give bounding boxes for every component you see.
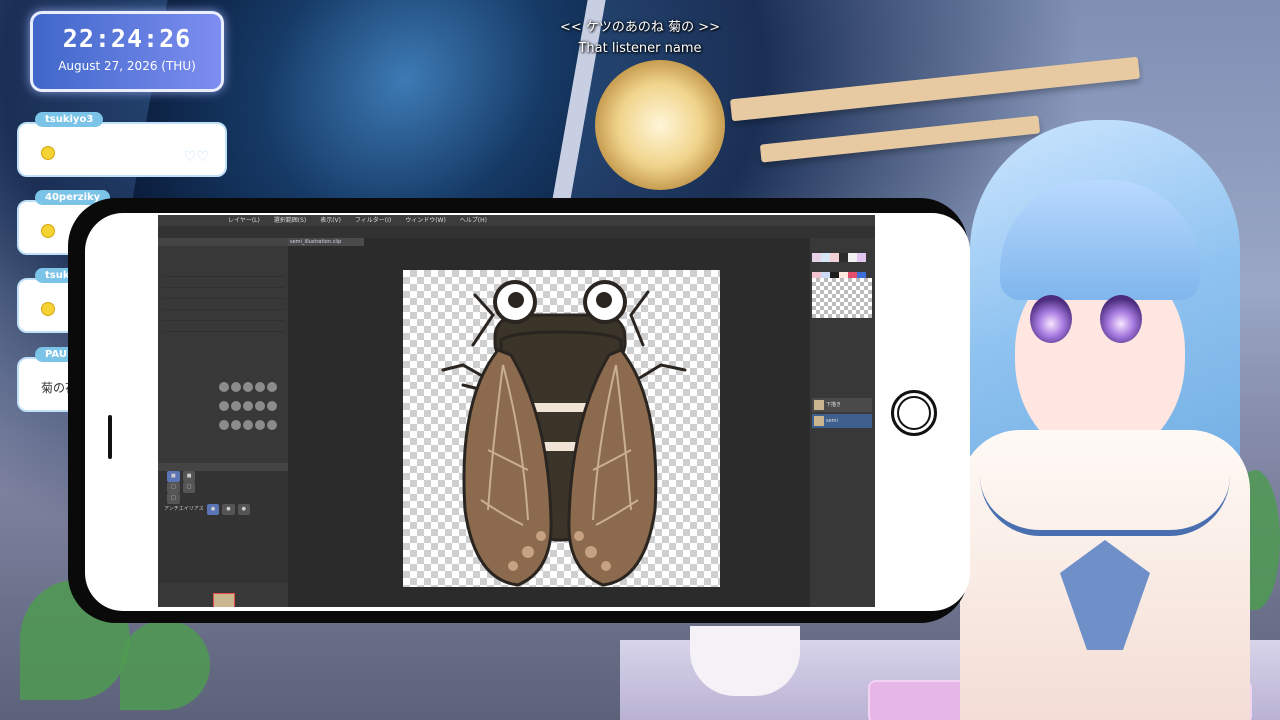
brush-size-option[interactable] xyxy=(255,382,265,392)
sub-tool-item[interactable] xyxy=(162,266,284,277)
antialias-option[interactable]: ● xyxy=(206,504,220,515)
flower-emoji xyxy=(41,146,55,160)
brush-size-option[interactable] xyxy=(243,401,253,411)
caption-line-jp: << ケツのあのね 菊の >> xyxy=(560,20,720,35)
property-row: ■ ■ xyxy=(158,471,288,482)
antialias-label: アンチエイリアス xyxy=(164,506,204,512)
color-palette xyxy=(812,248,872,281)
sub-tool-item[interactable] xyxy=(162,277,284,288)
flower-emoji xyxy=(41,224,55,238)
option-chip[interactable]: □ xyxy=(182,482,196,493)
mode-chip[interactable]: ■ xyxy=(182,471,196,482)
palette-color[interactable] xyxy=(812,253,821,262)
brush-size-option[interactable] xyxy=(267,401,277,411)
sub-tool-item[interactable] xyxy=(162,310,284,321)
avatar-left-eye xyxy=(1030,295,1072,343)
heart-icon: ♡♡ xyxy=(183,149,209,165)
palette-color[interactable] xyxy=(848,253,857,262)
sub-tool-header xyxy=(158,238,288,246)
brush-size-option[interactable] xyxy=(243,382,253,392)
navigator-thumbnail[interactable] xyxy=(213,593,235,607)
phone-side-slot xyxy=(108,415,112,459)
home-button-icon xyxy=(891,390,937,436)
plant-leaf xyxy=(120,620,210,710)
brush-size-option[interactable] xyxy=(243,420,253,430)
property-row: □ xyxy=(158,493,288,504)
layer-thumbnail xyxy=(814,416,824,426)
antialias-row: アンチエイリアス ● ● ● xyxy=(158,504,288,515)
menu-bar: レイヤー(L) 選択範囲(S) 表示(V) フィルター(I) ウィンドウ(W) … xyxy=(158,215,875,226)
drawing-canvas[interactable] xyxy=(403,270,720,587)
chat-bubble: ♡♡ xyxy=(17,122,227,177)
menu-item-help[interactable]: ヘルプ(H) xyxy=(460,217,487,224)
wall-shelf-top xyxy=(729,56,1141,122)
clock-widget: 22:24:26 August 27, 2026 (THU) xyxy=(30,11,224,92)
palette-color[interactable] xyxy=(830,253,839,262)
tool-property-panel: ■ ■ □ □ □ アンチエイリアス ● ● ● xyxy=(158,463,288,583)
sub-tool-list xyxy=(162,266,284,346)
subtitle-caption: << ケツのあのね 菊の >> That listener name xyxy=(470,17,810,59)
brush-size-option[interactable] xyxy=(219,420,229,430)
tool-property-header xyxy=(158,463,288,471)
chat-username: tsukiyo3 xyxy=(35,112,104,127)
sub-tool-item[interactable] xyxy=(162,299,284,310)
layer-name: 下描き xyxy=(826,402,842,408)
avatar-right-eye xyxy=(1100,295,1142,343)
tool-panel: ■ ■ □ □ □ アンチエイリアス ● ● ● xyxy=(158,238,288,607)
option-chip[interactable]: □ xyxy=(167,493,180,504)
brush-size-option[interactable] xyxy=(219,401,229,411)
coffee-cup xyxy=(690,626,800,696)
document-tab[interactable]: semi_illustration.clip xyxy=(288,238,364,246)
layer-panel: 下描き semi xyxy=(810,238,875,607)
antialias-option[interactable]: ● xyxy=(237,504,250,515)
menu-item-selection[interactable]: 選択範囲(S) xyxy=(274,217,307,224)
menu-item-layer[interactable]: レイヤー(L) xyxy=(228,217,260,224)
brush-size-option[interactable] xyxy=(231,401,241,411)
brush-size-option[interactable] xyxy=(255,401,265,411)
flower-emoji xyxy=(41,302,55,316)
layer-thumbnail xyxy=(814,400,824,410)
brush-size-grid xyxy=(218,378,284,438)
palette-color[interactable] xyxy=(821,253,830,262)
hanging-lamp xyxy=(595,60,725,190)
brush-size-option[interactable] xyxy=(219,382,229,392)
layer-name: semi xyxy=(826,418,838,424)
color-history xyxy=(812,278,872,318)
layer-row-selected[interactable]: semi xyxy=(812,414,872,428)
option-chip[interactable]: □ xyxy=(167,482,180,493)
brush-size-option[interactable] xyxy=(267,382,277,392)
menu-item-window[interactable]: ウィンドウ(W) xyxy=(405,217,446,224)
command-toolbar[interactable] xyxy=(158,226,875,238)
cicada-drawing xyxy=(441,280,687,587)
sub-tool-item[interactable] xyxy=(162,321,284,332)
brush-size-option[interactable] xyxy=(255,420,265,430)
property-row: □ □ xyxy=(158,482,288,493)
brush-size-option[interactable] xyxy=(231,420,241,430)
sub-tool-item[interactable] xyxy=(162,288,284,299)
antialias-option[interactable]: ● xyxy=(222,504,235,515)
clock-time: 22:24:26 xyxy=(62,24,192,53)
clock-date: August 27, 2026 (THU) xyxy=(58,59,196,73)
mode-chip[interactable]: ■ xyxy=(167,471,180,482)
menu-item-filter[interactable]: フィルター(I) xyxy=(355,217,391,224)
palette-color[interactable] xyxy=(857,253,866,262)
layer-row[interactable]: 下描き xyxy=(812,398,872,412)
palette-color[interactable] xyxy=(839,253,848,262)
brush-size-option[interactable] xyxy=(267,420,277,430)
brush-size-option[interactable] xyxy=(231,382,241,392)
menu-item-view[interactable]: 表示(V) xyxy=(320,217,341,224)
vtuber-avatar xyxy=(960,120,1250,720)
avatar-collar xyxy=(980,440,1230,536)
caption-line-en: That listener name xyxy=(578,41,702,56)
